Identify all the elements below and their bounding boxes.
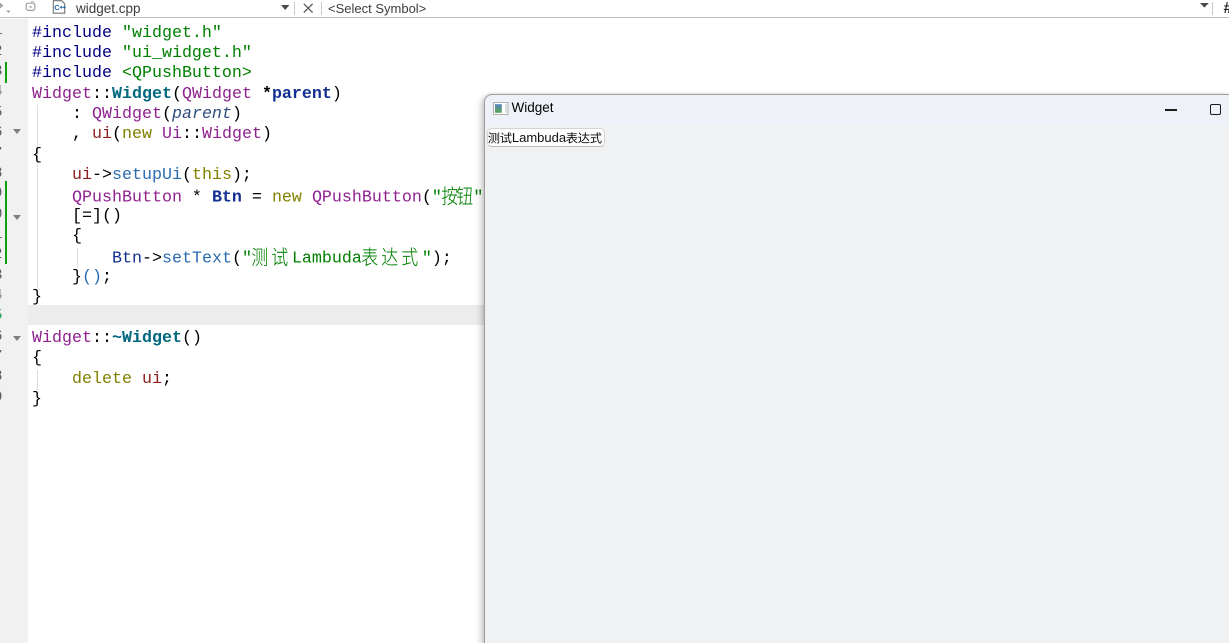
svg-text:C: C <box>54 3 60 12</box>
